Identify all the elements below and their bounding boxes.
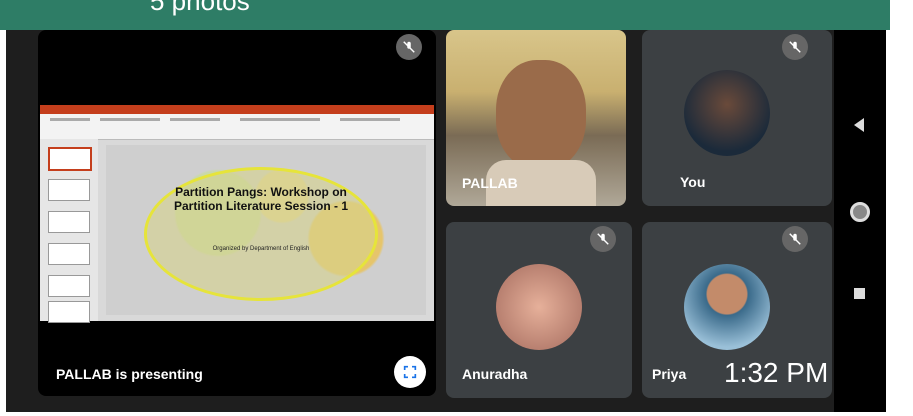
you-avatar [684,70,770,156]
fullscreen-button[interactable] [394,356,426,388]
participant-name: PALLAB [462,175,518,191]
anuradha-avatar [496,264,582,350]
pallab-video-face [496,60,586,170]
mic-off-icon [396,34,422,60]
slide-organizer: Organized by Department of English [212,246,310,252]
participant-name: Priya [652,366,687,382]
banner-title: 5 photos [150,0,250,16]
shared-screen: Partition Pangs: Workshop on Partition L… [40,105,434,323]
mic-off-icon [782,226,808,252]
participant-tile-pallab[interactable]: PALLAB [446,30,626,206]
mic-off-icon [782,34,808,60]
recents-icon[interactable] [854,288,865,299]
back-icon[interactable] [854,118,864,132]
ppt-title-bar [40,105,434,114]
home-icon[interactable] [850,202,870,222]
ppt-ribbon [40,114,434,140]
mic-off-icon [590,226,616,252]
presentation-tile[interactable]: Partition Pangs: Workshop on Partition L… [38,30,436,396]
participant-name: You [680,174,706,190]
fullscreen-icon [403,365,417,379]
clock-overlay: 1:32 PM [724,357,829,388]
slide-title: Partition Pangs: Workshop on Partition L… [173,185,349,213]
participant-name: Anuradha [462,366,528,382]
presenting-label: PALLAB is presenting [56,366,203,382]
top-banner: 5 photos [0,0,890,30]
slide-canvas: Partition Pangs: Workshop on Partition L… [106,145,426,315]
participant-tile-you[interactable]: You [642,30,832,206]
slide-thumbnails [40,139,98,323]
android-nav-bar [834,30,886,412]
participant-tile-anuradha[interactable]: Anuradha [446,222,632,398]
priya-avatar [684,264,770,350]
